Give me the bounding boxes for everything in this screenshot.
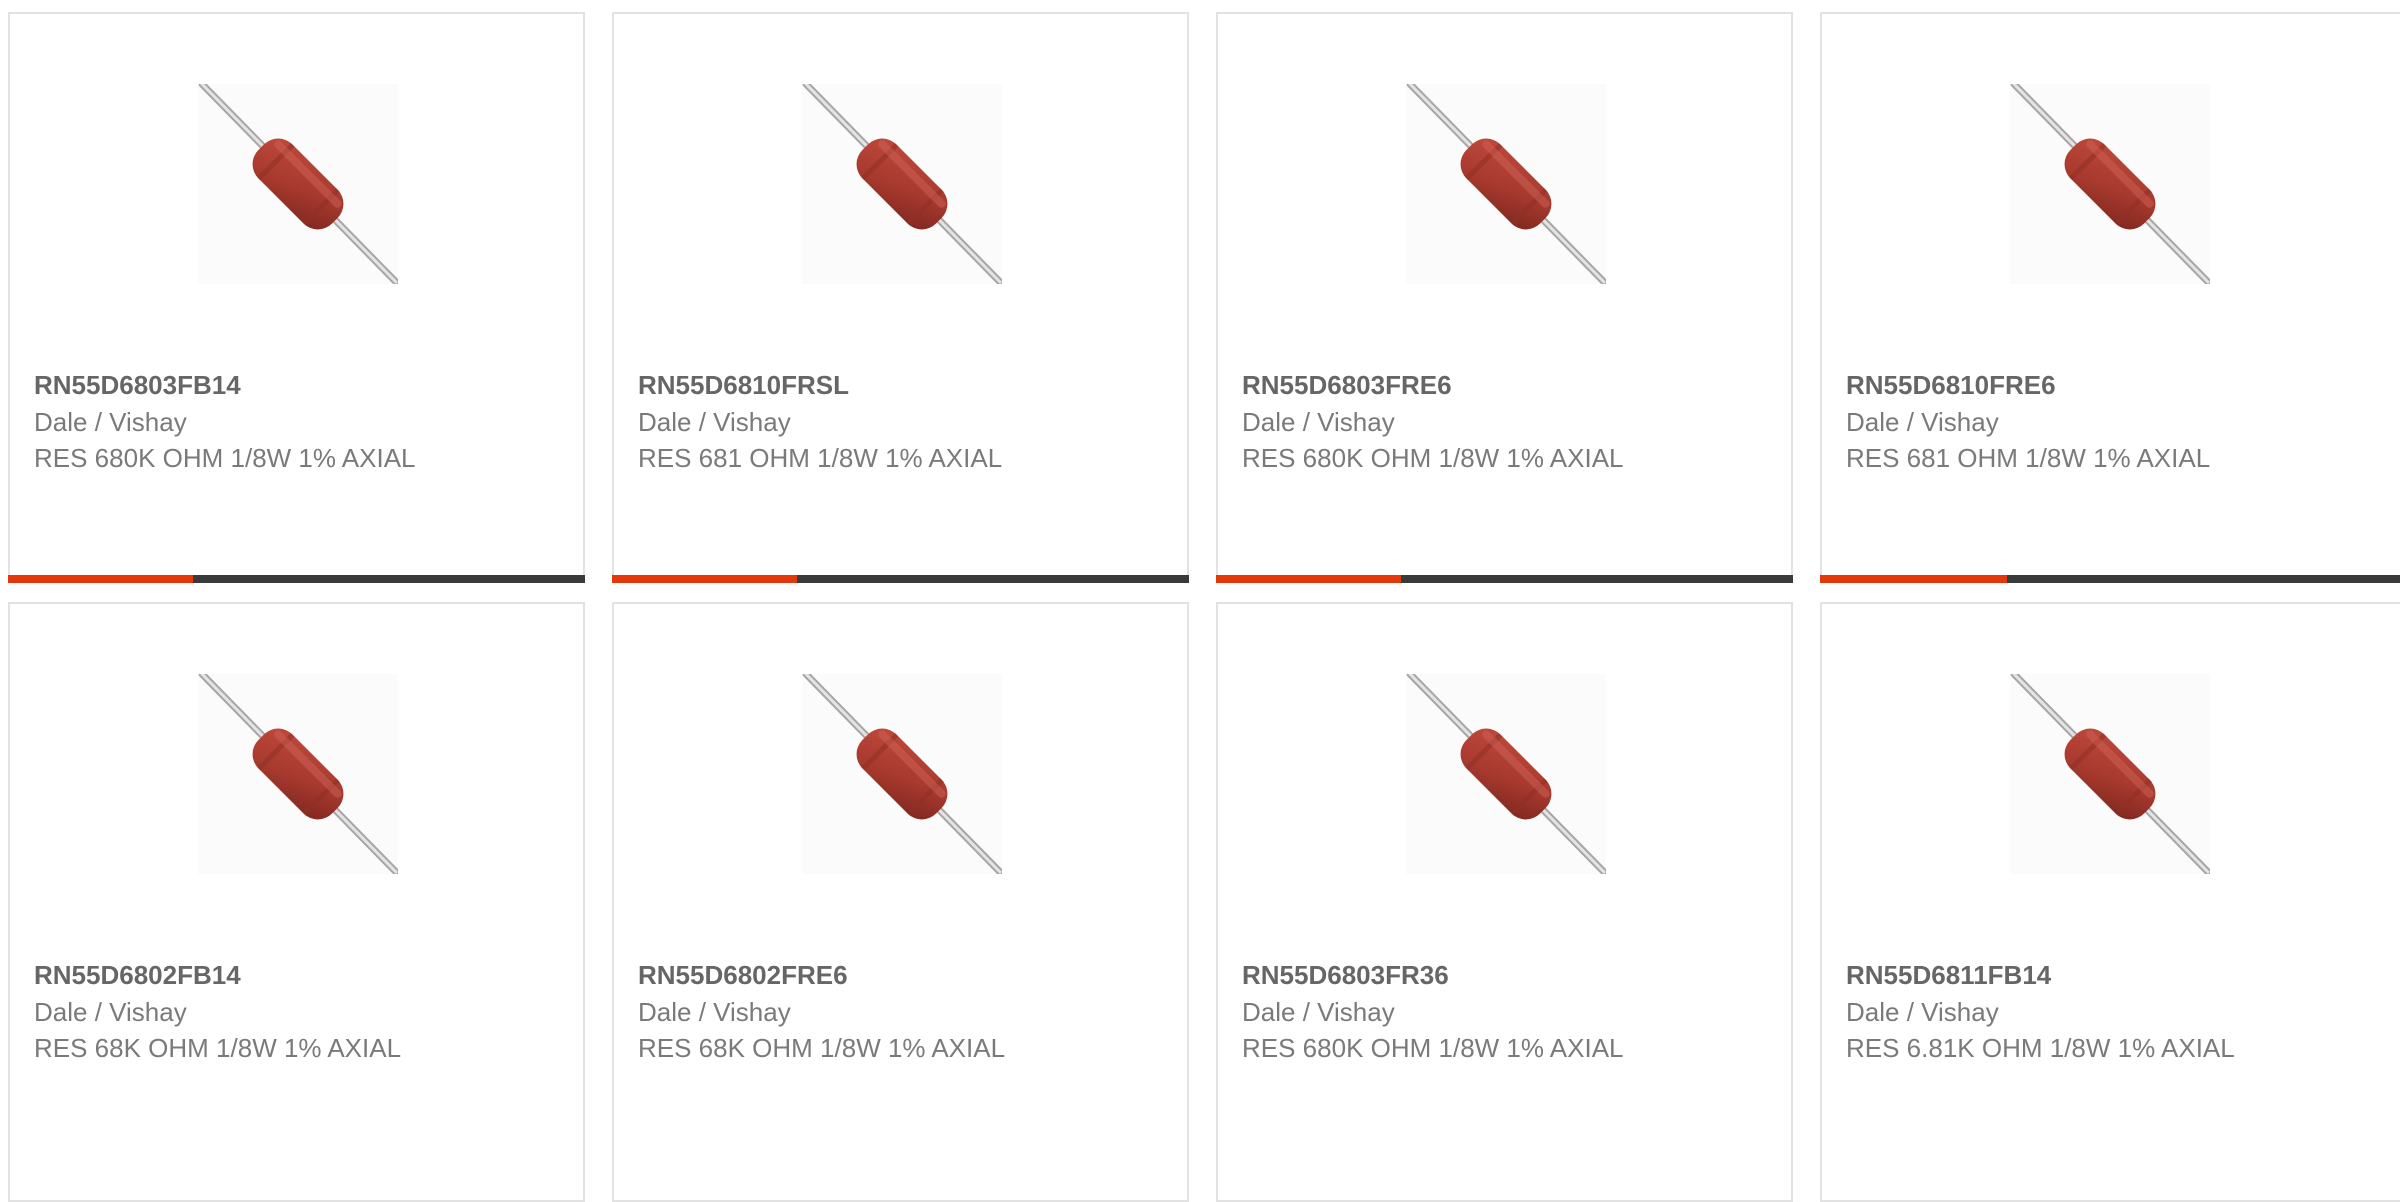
progress-bar (612, 575, 1189, 583)
axial-resistor-icon (198, 674, 398, 874)
axial-resistor-icon (802, 674, 1002, 874)
product-description: RES 680K OHM 1/8W 1% AXIAL (1242, 1033, 1624, 1063)
progress-bar-fill (8, 575, 193, 583)
manufacturer: Dale / Vishay (34, 997, 187, 1027)
product-description: RES 680K OHM 1/8W 1% AXIAL (34, 443, 416, 473)
product-card[interactable]: RN55D6803FR36 Dale / Vishay RES 680K OHM… (1216, 602, 1793, 1202)
product-card[interactable]: RN55D6802FRE6 Dale / Vishay RES 68K OHM … (612, 602, 1189, 1202)
axial-resistor-icon (1406, 674, 1606, 874)
product-description: RES 6.81K OHM 1/8W 1% AXIAL (1846, 1033, 2235, 1063)
axial-resistor-icon (198, 84, 398, 284)
progress-bar-fill (1820, 575, 2007, 583)
manufacturer: Dale / Vishay (1242, 997, 1395, 1027)
manufacturer: Dale / Vishay (1846, 407, 1999, 437)
axial-resistor-icon (2010, 674, 2210, 874)
product-grid: RN55D6803FB14 Dale / Vishay RES 680K OHM… (0, 0, 2400, 1202)
product-description: RES 680K OHM 1/8W 1% AXIAL (1242, 443, 1624, 473)
product-card[interactable]: RN55D6803FRE6 Dale / Vishay RES 680K OHM… (1216, 12, 1793, 583)
product-card[interactable]: RN55D6810FRSL Dale / Vishay RES 681 OHM … (612, 12, 1189, 583)
axial-resistor-icon (1406, 84, 1606, 284)
product-card[interactable]: RN55D6811FB14 Dale / Vishay RES 6.81K OH… (1820, 602, 2400, 1202)
part-number[interactable]: RN55D6802FB14 (34, 960, 241, 991)
manufacturer: Dale / Vishay (1846, 997, 1999, 1027)
part-number[interactable]: RN55D6803FRE6 (1242, 370, 1452, 401)
manufacturer: Dale / Vishay (1242, 407, 1395, 437)
progress-bar (1820, 575, 2400, 583)
part-number[interactable]: RN55D6803FR36 (1242, 960, 1449, 991)
product-description: RES 68K OHM 1/8W 1% AXIAL (638, 1033, 1006, 1063)
part-number[interactable]: RN55D6803FB14 (34, 370, 241, 401)
part-number[interactable]: RN55D6802FRE6 (638, 960, 848, 991)
manufacturer: Dale / Vishay (638, 997, 791, 1027)
part-number[interactable]: RN55D6810FRSL (638, 370, 849, 401)
product-description: RES 68K OHM 1/8W 1% AXIAL (34, 1033, 402, 1063)
product-description: RES 681 OHM 1/8W 1% AXIAL (1846, 443, 2211, 473)
progress-bar (1216, 575, 1793, 583)
product-card[interactable]: RN55D6803FB14 Dale / Vishay RES 680K OHM… (8, 12, 585, 583)
product-card[interactable]: RN55D6810FRE6 Dale / Vishay RES 681 OHM … (1820, 12, 2400, 583)
progress-bar-fill (1216, 575, 1401, 583)
part-number[interactable]: RN55D6810FRE6 (1846, 370, 2056, 401)
product-card[interactable]: RN55D6802FB14 Dale / Vishay RES 68K OHM … (8, 602, 585, 1202)
progress-bar-fill (612, 575, 797, 583)
product-description: RES 681 OHM 1/8W 1% AXIAL (638, 443, 1003, 473)
manufacturer: Dale / Vishay (638, 407, 791, 437)
axial-resistor-icon (802, 84, 1002, 284)
part-number[interactable]: RN55D6811FB14 (1846, 960, 2051, 991)
manufacturer: Dale / Vishay (34, 407, 187, 437)
axial-resistor-icon (2010, 84, 2210, 284)
progress-bar (8, 575, 585, 583)
